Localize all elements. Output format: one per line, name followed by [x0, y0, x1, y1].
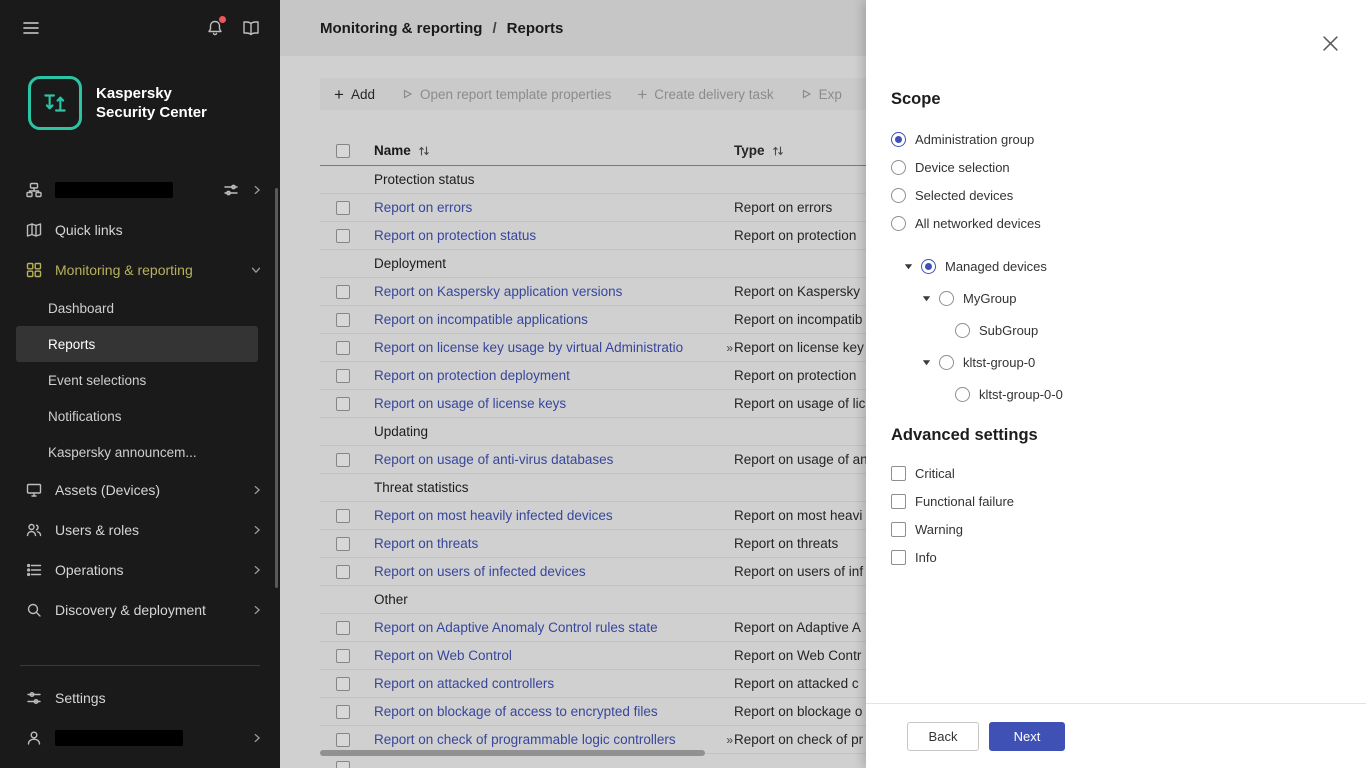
monitoring-submenu: Dashboard Reports Event selections Notif…	[0, 290, 280, 470]
radio-administration-group[interactable]: Administration group	[891, 125, 1336, 153]
next-button[interactable]: Next	[989, 722, 1065, 751]
brand-logo: Kaspersky Security Center	[0, 56, 280, 130]
notifications-bell-button[interactable]	[206, 19, 224, 37]
administration-group-tree: Managed devices MyGroup SubGroup kltst-g…	[891, 250, 1336, 410]
chevron-right-icon	[252, 604, 262, 616]
checkbox-icon	[891, 522, 906, 537]
monitor-icon	[26, 482, 42, 498]
chevron-right-icon	[252, 564, 262, 576]
search-icon	[26, 602, 42, 618]
chevron-right-icon	[252, 184, 262, 196]
users-icon	[26, 522, 42, 538]
chevron-down-icon	[250, 265, 262, 275]
tree-radio-icon[interactable]	[921, 259, 936, 274]
sidebar-item-label: Operations	[55, 562, 123, 578]
tree-expander-icon[interactable]	[921, 293, 933, 304]
sidebar-item-monitoring-reporting[interactable]: Monitoring & reporting	[0, 250, 280, 290]
sidebar-item-dashboard[interactable]: Dashboard	[16, 290, 258, 326]
app-window: Kaspersky Security Center Quick links Mo…	[0, 0, 1366, 768]
radio-selected-devices[interactable]: Selected devices	[891, 181, 1336, 209]
sidebar-item-operations[interactable]: Operations	[0, 550, 280, 590]
notification-dot	[219, 16, 226, 23]
checkbox-icon	[891, 550, 906, 565]
checkbox-info[interactable]: Info	[891, 543, 1336, 571]
radio-all-networked-devices[interactable]: All networked devices	[891, 209, 1336, 237]
drawer-footer: Back Next	[866, 703, 1366, 768]
radio-icon	[891, 160, 906, 175]
sidebar-item-label: Quick links	[55, 222, 123, 238]
username-redacted	[55, 730, 183, 746]
radio-icon	[891, 132, 906, 147]
checkbox-icon	[891, 466, 906, 481]
tree-node-kltst-group-0-0[interactable]: kltst-group-0-0	[891, 378, 1336, 410]
documentation-button[interactable]	[242, 20, 260, 36]
sidebar-item-users-roles[interactable]: Users & roles	[0, 510, 280, 550]
checkbox-icon	[891, 494, 906, 509]
tree-node-mygroup[interactable]: MyGroup	[891, 282, 1336, 314]
sidebar-item-label: Monitoring & reporting	[55, 262, 193, 278]
close-icon	[1323, 36, 1338, 51]
sidebar-item-discovery-deployment[interactable]: Discovery & deployment	[0, 590, 280, 630]
back-button[interactable]: Back	[907, 722, 979, 751]
monitoring-grid-icon	[26, 262, 42, 278]
scope-radio-group: Administration group Device selection Se…	[891, 125, 1336, 237]
sidebar-item-reports[interactable]: Reports	[16, 326, 258, 362]
settings-sliders-icon	[26, 690, 42, 706]
sidebar-item-label: Users & roles	[55, 522, 139, 538]
server-tree-icon	[26, 182, 42, 198]
chevron-right-icon	[252, 484, 262, 496]
sidebar-item-server[interactable]	[0, 170, 280, 210]
sliders-icon[interactable]	[223, 182, 239, 198]
scope-title: Scope	[891, 90, 1336, 109]
sidebar-item-label: Assets (Devices)	[55, 482, 160, 498]
map-icon	[26, 222, 42, 238]
sidebar-divider	[20, 665, 260, 666]
brand-line2: Security Center	[96, 103, 207, 123]
tree-radio-icon[interactable]	[939, 355, 954, 370]
checkbox-warning[interactable]: Warning	[891, 515, 1336, 543]
tree-node-subgroup[interactable]: SubGroup	[891, 314, 1336, 346]
sidebar-item-announcements[interactable]: Kaspersky announcem...	[16, 434, 258, 470]
chevron-right-icon	[252, 732, 262, 744]
severity-checkbox-group: Critical Functional failure Warning Info	[891, 459, 1336, 571]
sidebar: Kaspersky Security Center Quick links Mo…	[0, 0, 280, 768]
user-icon	[26, 730, 42, 746]
close-drawer-button[interactable]	[1321, 34, 1340, 56]
sidebar-item-settings[interactable]: Settings	[0, 678, 280, 718]
sidebar-item-label: Settings	[55, 690, 106, 706]
radio-device-selection[interactable]: Device selection	[891, 153, 1336, 181]
hamburger-icon	[22, 20, 40, 36]
operations-list-icon	[26, 562, 42, 578]
tree-expander-icon[interactable]	[921, 357, 933, 368]
sidebar-item-quick-links[interactable]: Quick links	[0, 210, 280, 250]
sidebar-item-label: Discovery & deployment	[55, 602, 206, 618]
tree-radio-icon[interactable]	[955, 323, 970, 338]
tree-expander-icon[interactable]	[903, 261, 915, 272]
sidebar-scrollbar[interactable]	[275, 188, 278, 588]
hamburger-menu-button[interactable]	[22, 20, 40, 36]
server-name-redacted	[55, 182, 173, 198]
checkbox-functional-failure[interactable]: Functional failure	[891, 487, 1336, 515]
checkbox-critical[interactable]: Critical	[891, 459, 1336, 487]
sidebar-item-notifications[interactable]: Notifications	[16, 398, 258, 434]
tree-node-managed-devices[interactable]: Managed devices	[891, 250, 1336, 282]
tree-radio-icon[interactable]	[939, 291, 954, 306]
tree-node-kltst-group-0[interactable]: kltst-group-0	[891, 346, 1336, 378]
new-report-scope-drawer: Scope Administration group Device select…	[866, 0, 1366, 768]
book-icon	[242, 20, 260, 36]
sidebar-item-user-account[interactable]	[0, 718, 280, 758]
sidebar-item-assets-devices[interactable]: Assets (Devices)	[0, 470, 280, 510]
radio-icon	[891, 216, 906, 231]
sidebar-item-event-selections[interactable]: Event selections	[16, 362, 258, 398]
brand-line1: Kaspersky	[96, 84, 207, 104]
chevron-right-icon	[252, 524, 262, 536]
radio-icon	[891, 188, 906, 203]
sidebar-nav: Quick links Monitoring & reporting Dashb…	[0, 170, 280, 630]
tree-radio-icon[interactable]	[955, 387, 970, 402]
advanced-settings-title: Advanced settings	[891, 426, 1336, 445]
kaspersky-logo-icon	[28, 76, 82, 130]
